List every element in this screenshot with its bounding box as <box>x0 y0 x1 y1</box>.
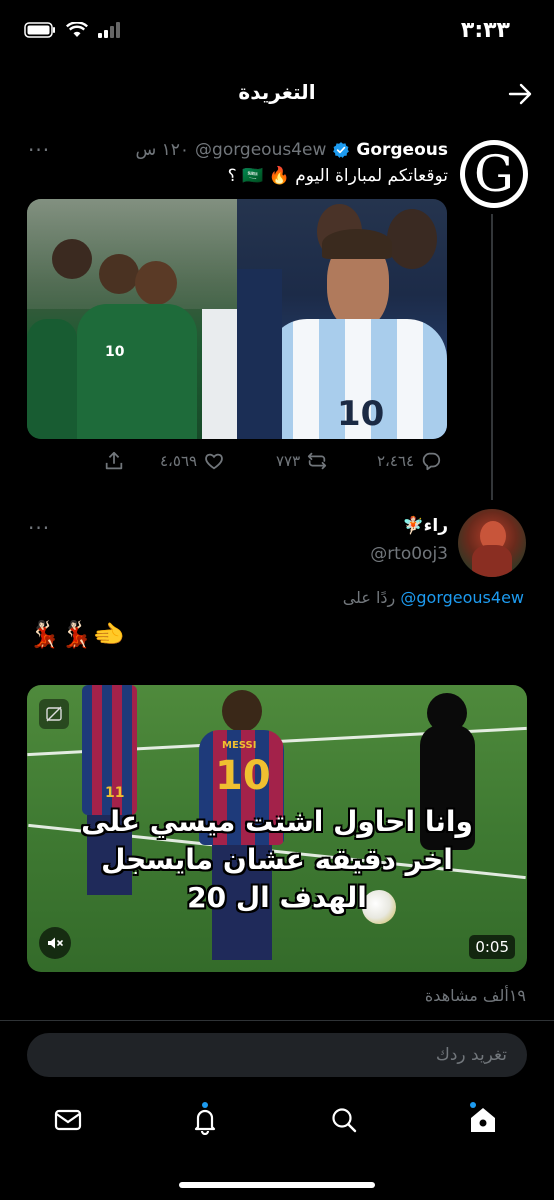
mute-button[interactable] <box>39 927 71 959</box>
argentina-team-photo: 10 <box>237 199 447 439</box>
reply-emojis: 💃🏻💃🏻🫲 <box>28 620 126 650</box>
home-new-dot <box>470 1102 476 1108</box>
retweet-icon <box>308 452 327 470</box>
muted-speaker-icon <box>48 937 63 949</box>
notification-dot <box>202 1102 208 1108</box>
bell-icon <box>194 1109 216 1135</box>
jersey-number: 10 <box>105 344 125 360</box>
share-icon <box>105 451 123 470</box>
reply-button[interactable]: ٢،٤٦٤ <box>377 450 442 472</box>
player-figure <box>222 690 262 732</box>
mail-icon <box>54 1109 82 1131</box>
user-handle[interactable]: @rto0oj3 <box>370 544 448 564</box>
caption-line: الهدف ال 20 <box>187 881 367 914</box>
saudi-team-photo: 10 <box>27 199 237 439</box>
tweet-video[interactable]: 11 MESSI 10 وانا احاول اشتت ميسي على اخر… <box>27 685 527 972</box>
display-name[interactable]: راء🧚🏻 <box>403 516 448 536</box>
player-name: MESSI <box>222 740 257 751</box>
jersey-number: 10 <box>337 394 385 434</box>
video-caption: وانا احاول اشتت ميسي على اخر دقيقه عشان … <box>27 803 527 917</box>
tweet-text: توقعاتكم لمباراة اليوم 🔥 🇸🇦 ؟ <box>227 166 448 186</box>
home-icon <box>471 1108 495 1132</box>
more-options-button[interactable]: ··· <box>28 516 50 540</box>
video-duration: 0:05 <box>469 935 515 959</box>
caption-line: اخر دقيقه عشان مايسجل <box>101 843 453 876</box>
tweet-header: ١٢٠ س @gorgeous4ew Gorgeous <box>135 140 448 160</box>
retweet-button[interactable]: ٧٧٣ <box>276 450 328 472</box>
reply-context: ردًا على @gorgeous4ew <box>343 588 524 607</box>
like-button[interactable]: ٤،٥٦٩ <box>160 450 225 472</box>
battery-icon <box>24 22 55 38</box>
tab-messages[interactable] <box>52 1104 84 1136</box>
display-name[interactable]: Gorgeous <box>356 140 448 160</box>
more-options-button[interactable]: ··· <box>28 138 50 162</box>
signal-icon <box>98 22 120 38</box>
caption-line: وانا احاول اشتت ميسي على <box>81 805 473 838</box>
tweet-time: ١٢٠ س <box>135 140 190 160</box>
player2-number: 11 <box>105 785 125 801</box>
player-number: 10 <box>215 753 271 799</box>
tab-home[interactable] <box>467 1104 499 1136</box>
comment-icon <box>422 452 441 471</box>
thread-line <box>491 214 493 500</box>
view-count: ١٩ألف مشاهدة <box>424 986 526 1005</box>
tweet-image[interactable]: 10 10 <box>27 199 447 439</box>
avatar[interactable]: G <box>460 140 528 208</box>
verified-badge-icon <box>333 142 350 158</box>
reply-prefix: ردًا على <box>342 588 396 607</box>
reply-input[interactable]: تغريد ردك <box>27 1033 527 1077</box>
page-title: التغريدة <box>238 80 316 104</box>
home-indicator <box>179 1182 375 1188</box>
heart-icon <box>205 453 223 470</box>
divider <box>0 1020 554 1021</box>
tab-notifications[interactable] <box>189 1104 221 1136</box>
retweet-count: ٧٧٣ <box>276 452 301 470</box>
status-time: ٣:٣٣ <box>460 18 510 43</box>
like-count: ٤،٥٦٩ <box>160 452 198 470</box>
search-icon <box>332 1108 357 1133</box>
reply-to-handle[interactable]: @gorgeous4ew <box>400 588 524 607</box>
share-button[interactable] <box>103 450 125 472</box>
status-icons <box>24 22 122 38</box>
reply-count: ٢،٤٦٤ <box>377 452 415 470</box>
user-handle[interactable]: @gorgeous4ew <box>195 140 326 160</box>
tab-search[interactable] <box>328 1104 360 1136</box>
wifi-icon <box>66 22 88 37</box>
avatar[interactable] <box>458 509 526 577</box>
hide-media-button[interactable] <box>39 699 69 729</box>
image-off-icon <box>46 706 62 722</box>
avatar-letter: G <box>465 145 523 203</box>
back-arrow-icon[interactable] <box>506 80 534 108</box>
reply-placeholder: تغريد ردك <box>435 1045 507 1065</box>
